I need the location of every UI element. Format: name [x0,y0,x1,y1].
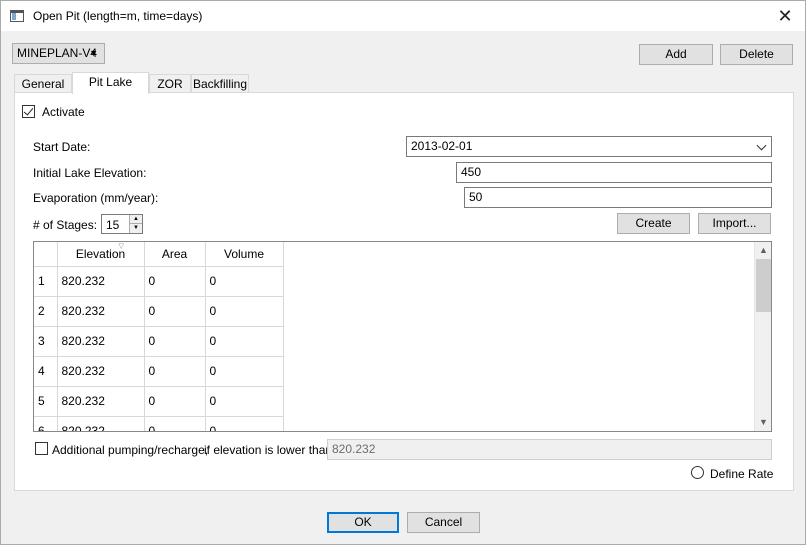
area-cell[interactable]: 0 [143,265,206,297]
define-rate-label: Define Rate [710,467,774,481]
pumping-checkbox[interactable] [35,442,48,455]
volume-cell[interactable]: 0 [204,325,284,357]
activate-checkbox[interactable] [22,105,35,118]
table-row[interactable]: 6 820.232 0 0 [34,415,284,431]
add-button[interactable]: Add [639,44,713,65]
start-date-picker[interactable]: 2013-02-01 [406,136,772,157]
table-corner[interactable] [34,242,58,267]
row-number[interactable]: 2 [34,295,58,327]
area-cell[interactable]: 0 [143,325,206,357]
table-row[interactable]: 1 820.232 0 0 [34,265,284,297]
column-header-area[interactable]: Area [143,242,206,267]
ok-button[interactable]: OK [327,512,399,533]
table-vertical-scrollbar[interactable]: ▲ ▼ [754,242,771,431]
chevron-down-icon: ▼ [89,48,98,58]
tab-zor[interactable]: ZOR [149,74,191,93]
row-number[interactable]: 5 [34,385,58,417]
table-row[interactable]: 5 820.232 0 0 [34,385,284,417]
window-app-icon [10,10,24,22]
area-cell[interactable]: 0 [143,385,206,417]
volume-cell[interactable]: 0 [204,265,284,297]
if-lower-label: if elevation is lower than [204,443,333,457]
evaporation-input[interactable]: 50 [464,187,772,208]
row-number[interactable]: 1 [34,265,58,297]
define-rate-radio[interactable] [691,466,704,479]
delete-button[interactable]: Delete [720,44,793,65]
spin-down-icon[interactable]: ▼ [130,224,142,233]
evaporation-label: Evaporation (mm/year): [33,191,159,205]
row-number[interactable]: 6 [34,415,58,431]
volume-cell[interactable]: 0 [204,295,284,327]
initial-elevation-label: Initial Lake Elevation: [33,166,147,180]
initial-elevation-input[interactable]: 450 [456,162,772,183]
scroll-down-icon[interactable]: ▼ [755,414,771,431]
window-title: Open Pit (length=m, time=days) [33,9,203,23]
tab-general[interactable]: General [14,74,72,93]
area-cell[interactable]: 0 [143,295,206,327]
start-date-value: 2013-02-01 [411,139,473,153]
cancel-button[interactable]: Cancel [407,512,480,533]
create-button[interactable]: Create [617,213,690,234]
scroll-thumb[interactable] [756,259,771,312]
lower-elevation-input[interactable]: 820.232 [327,439,772,460]
stages-spin-buttons: ▲ ▼ [129,215,142,233]
table-row[interactable]: 2 820.232 0 0 [34,295,284,327]
volume-cell[interactable]: 0 [204,415,284,431]
spin-up-icon[interactable]: ▲ [130,215,142,224]
tab-pit-lake[interactable]: Pit Lake [72,72,149,94]
volume-cell[interactable]: 0 [204,355,284,387]
elevation-cell[interactable]: 820.232 [56,295,145,327]
area-cell[interactable]: 0 [143,415,206,431]
elevation-cell[interactable]: 820.232 [56,355,145,387]
chevron-down-icon [756,140,767,151]
stages-grid: ▽ Elevation Area Volume 1 820.232 0 0 2 8… [34,242,284,431]
elevation-cell[interactable]: 820.232 [56,265,145,297]
stages-value: 15 [106,218,120,232]
elevation-cell[interactable]: 820.232 [56,415,145,431]
stages-table[interactable]: ▽ Elevation Area Volume 1 820.232 0 0 2 8… [33,241,772,432]
pumping-label: Additional pumping/recharge, [52,443,209,457]
table-row[interactable]: 3 820.232 0 0 [34,325,284,357]
title-bar: Open Pit (length=m, time=days) ✕ [1,1,805,31]
table-row[interactable]: 4 820.232 0 0 [34,355,284,387]
row-number[interactable]: 3 [34,325,58,357]
sort-indicator-icon: ▽ [118,243,124,250]
stages-label: # of Stages: [33,218,98,232]
mine-plan-value: MINEPLAN-V4 [17,46,98,60]
elevation-cell[interactable]: 820.232 [56,385,145,417]
scroll-up-icon[interactable]: ▲ [755,242,771,259]
mine-plan-dropdown[interactable]: MINEPLAN-V4 ▼ [12,43,105,64]
volume-cell[interactable]: 0 [204,385,284,417]
activate-label: Activate [42,105,85,119]
elevation-cell[interactable]: 820.232 [56,325,145,357]
import-button[interactable]: Import... [698,213,771,234]
start-date-label: Start Date: [33,140,91,154]
stages-spinbox[interactable]: 15 ▲ ▼ [101,214,143,234]
column-header-elevation[interactable]: ▽ Elevation [56,242,145,267]
dialog-window: Open Pit (length=m, time=days) ✕ MINEPLA… [0,0,806,545]
area-cell[interactable]: 0 [143,355,206,387]
column-header-volume[interactable]: Volume [204,242,284,267]
row-number[interactable]: 4 [34,355,58,387]
close-icon[interactable]: ✕ [773,5,797,27]
tab-backfilling[interactable]: Backfilling [191,74,249,93]
